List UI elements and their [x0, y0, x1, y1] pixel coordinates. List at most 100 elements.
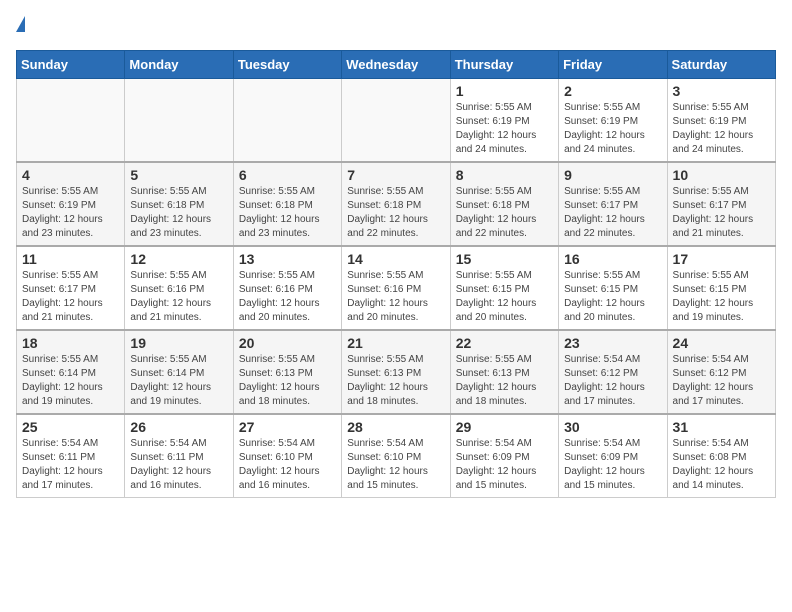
- day-info-line: and 15 minutes.: [564, 480, 635, 491]
- day-info-line: Daylight: 12 hours: [347, 214, 428, 225]
- day-number: 28: [347, 419, 444, 435]
- day-info-line: Daylight: 12 hours: [239, 214, 320, 225]
- day-info-line: Daylight: 12 hours: [673, 130, 754, 141]
- day-info-line: Daylight: 12 hours: [456, 214, 537, 225]
- day-info-line: Sunset: 6:12 PM: [673, 368, 747, 379]
- day-info-line: and 15 minutes.: [456, 480, 527, 491]
- day-number: 29: [456, 419, 553, 435]
- calendar-cell: 13Sunrise: 5:55 AMSunset: 6:16 PMDayligh…: [233, 246, 341, 330]
- day-info-line: Sunset: 6:14 PM: [130, 368, 204, 379]
- day-info-line: Sunrise: 5:55 AM: [347, 270, 423, 281]
- calendar-week-row: 11Sunrise: 5:55 AMSunset: 6:17 PMDayligh…: [17, 246, 776, 330]
- day-info-line: and 19 minutes.: [673, 312, 744, 323]
- day-info-line: Sunrise: 5:55 AM: [22, 186, 98, 197]
- day-info-line: Sunrise: 5:54 AM: [130, 438, 206, 449]
- day-info: Sunrise: 5:54 AMSunset: 6:12 PMDaylight:…: [673, 353, 770, 409]
- day-info: Sunrise: 5:54 AMSunset: 6:12 PMDaylight:…: [564, 353, 661, 409]
- calendar-cell: 17Sunrise: 5:55 AMSunset: 6:15 PMDayligh…: [667, 246, 775, 330]
- day-info-line: and 19 minutes.: [130, 396, 201, 407]
- day-info: Sunrise: 5:54 AMSunset: 6:09 PMDaylight:…: [456, 437, 553, 493]
- day-info-line: and 18 minutes.: [239, 396, 310, 407]
- calendar-cell: [17, 79, 125, 163]
- calendar-cell: 27Sunrise: 5:54 AMSunset: 6:10 PMDayligh…: [233, 414, 341, 498]
- day-info-line: Daylight: 12 hours: [22, 214, 103, 225]
- day-info-line: Sunset: 6:15 PM: [673, 284, 747, 295]
- calendar-cell: 26Sunrise: 5:54 AMSunset: 6:11 PMDayligh…: [125, 414, 233, 498]
- day-info: Sunrise: 5:55 AMSunset: 6:19 PMDaylight:…: [673, 101, 770, 157]
- day-info: Sunrise: 5:54 AMSunset: 6:10 PMDaylight:…: [239, 437, 336, 493]
- day-info-line: Sunrise: 5:54 AM: [456, 438, 532, 449]
- calendar-cell: [233, 79, 341, 163]
- calendar-cell: 28Sunrise: 5:54 AMSunset: 6:10 PMDayligh…: [342, 414, 450, 498]
- day-info-line: and 17 minutes.: [564, 396, 635, 407]
- day-info: Sunrise: 5:55 AMSunset: 6:18 PMDaylight:…: [347, 185, 444, 241]
- day-info-line: Daylight: 12 hours: [673, 466, 754, 477]
- day-info-line: Sunset: 6:11 PM: [22, 452, 95, 463]
- day-info-line: Daylight: 12 hours: [564, 214, 645, 225]
- day-info-line: Sunrise: 5:55 AM: [673, 270, 749, 281]
- day-number: 18: [22, 335, 119, 351]
- day-number: 5: [130, 167, 227, 183]
- day-info-line: Sunrise: 5:55 AM: [564, 186, 640, 197]
- day-info: Sunrise: 5:54 AMSunset: 6:09 PMDaylight:…: [564, 437, 661, 493]
- calendar-week-row: 18 Sunrise: 5:55 AMSunset: 6:14 PMDayligh…: [17, 330, 776, 414]
- calendar-cell: 15Sunrise: 5:55 AMSunset: 6:15 PMDayligh…: [450, 246, 558, 330]
- day-info-line: Sunrise: 5:55 AM: [22, 270, 98, 281]
- day-info-line: Sunrise: 5:55 AM: [564, 270, 640, 281]
- day-info-line: Sunrise: 5:54 AM: [673, 438, 749, 449]
- day-info-line: Sunset: 6:13 PM: [456, 368, 530, 379]
- calendar-cell: 11Sunrise: 5:55 AMSunset: 6:17 PMDayligh…: [17, 246, 125, 330]
- day-info-line: Daylight: 12 hours: [564, 466, 645, 477]
- calendar-cell: 5Sunrise: 5:55 AMSunset: 6:18 PMDaylight…: [125, 162, 233, 246]
- calendar-cell: 19Sunrise: 5:55 AMSunset: 6:14 PMDayligh…: [125, 330, 233, 414]
- calendar-cell: 22Sunrise: 5:55 AMSunset: 6:13 PMDayligh…: [450, 330, 558, 414]
- day-info: Sunrise: 5:55 AMSunset: 6:13 PMDaylight:…: [239, 353, 336, 409]
- calendar-week-row: 1Sunrise: 5:55 AMSunset: 6:19 PMDaylight…: [17, 79, 776, 163]
- day-number: 6: [239, 167, 336, 183]
- day-info-line: Sunrise: 5:55 AM: [239, 270, 315, 281]
- day-info-line: Daylight: 12 hours: [22, 382, 103, 393]
- day-info-line: Sunrise: 5:55 AM: [239, 186, 315, 197]
- calendar-header: SundayMondayTuesdayWednesdayThursdayFrid…: [17, 51, 776, 79]
- weekday-header-row: SundayMondayTuesdayWednesdayThursdayFrid…: [17, 51, 776, 79]
- calendar-cell: 3Sunrise: 5:55 AMSunset: 6:19 PMDaylight…: [667, 79, 775, 163]
- calendar-cell: 23Sunrise: 5:54 AMSunset: 6:12 PMDayligh…: [559, 330, 667, 414]
- day-number: 19: [130, 335, 227, 351]
- day-number: 1: [456, 83, 553, 99]
- day-info-line: and 23 minutes.: [22, 228, 93, 239]
- day-info: Sunrise: 5:55 AMSunset: 6:17 PMDaylight:…: [673, 185, 770, 241]
- calendar-cell: 2Sunrise: 5:55 AMSunset: 6:19 PMDaylight…: [559, 79, 667, 163]
- weekday-header: Monday: [125, 51, 233, 79]
- day-info-line: Sunset: 6:19 PM: [22, 200, 96, 211]
- day-info-line: and 17 minutes.: [22, 480, 93, 491]
- day-info-line: and 19 minutes.: [22, 396, 93, 407]
- day-info-line: Daylight: 12 hours: [347, 298, 428, 309]
- day-info: Sunrise: 5:55 AM Sunset: 6:18 PM Daylight:…: [239, 185, 336, 241]
- day-info-line: and 16 minutes.: [130, 480, 201, 491]
- day-info-line: Sunset: 6:19 PM: [564, 116, 638, 127]
- day-info-line: Daylight: 12 hours: [456, 298, 537, 309]
- calendar-body: 1Sunrise: 5:55 AMSunset: 6:19 PMDaylight…: [17, 79, 776, 498]
- day-info-line: Daylight: 12 hours: [673, 298, 754, 309]
- logo: [16, 16, 25, 38]
- day-info-line: Sunset: 6:18 PM: [347, 200, 421, 211]
- calendar-cell: 20Sunrise: 5:55 AMSunset: 6:13 PMDayligh…: [233, 330, 341, 414]
- day-info-line: Daylight: 12 hours: [22, 298, 103, 309]
- day-info-line: Sunset: 6:18 PM: [239, 200, 313, 211]
- weekday-header: Friday: [559, 51, 667, 79]
- day-info-line: Daylight: 12 hours: [564, 130, 645, 141]
- day-info-line: Sunrise: 5:55 AM: [456, 102, 532, 113]
- day-info-line: Sunset: 6:09 PM: [564, 452, 638, 463]
- calendar-week-row: 4Sunrise: 5:55 AMSunset: 6:19 PMDaylight…: [17, 162, 776, 246]
- day-info: Sunrise: 5:55 AMSunset: 6:14 PMDaylight:…: [22, 353, 119, 409]
- day-info: Sunrise: 5:55 AMSunset: 6:13 PMDaylight:…: [456, 353, 553, 409]
- day-info-line: and 18 minutes.: [456, 396, 527, 407]
- day-info-line: Sunset: 6:11 PM: [130, 452, 203, 463]
- day-info-line: Sunrise: 5:55 AM: [673, 102, 749, 113]
- day-info-line: Sunset: 6:16 PM: [347, 284, 421, 295]
- day-info-line: and 22 minutes.: [456, 228, 527, 239]
- day-info-line: Sunset: 6:10 PM: [347, 452, 421, 463]
- day-info-line: Daylight: 12 hours: [130, 298, 211, 309]
- day-info-line: Sunset: 6:19 PM: [456, 116, 530, 127]
- calendar-cell: [125, 79, 233, 163]
